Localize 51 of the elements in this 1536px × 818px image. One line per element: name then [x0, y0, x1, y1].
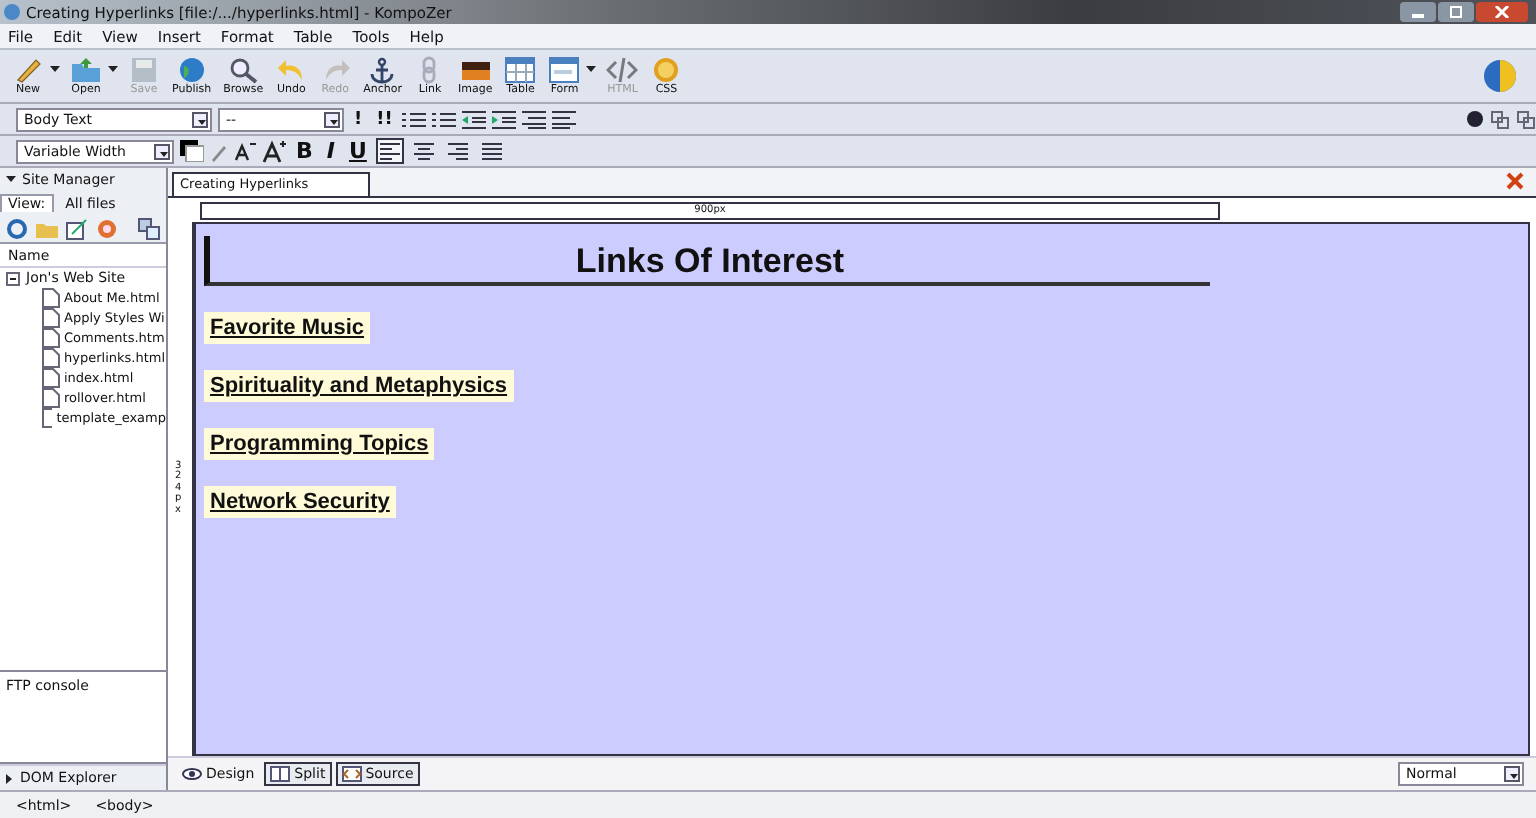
picture-icon: [459, 56, 492, 84]
app-logo-icon: [4, 4, 20, 20]
text-style-button[interactable]: B: [292, 138, 317, 164]
maximize-button[interactable]: [1438, 2, 1474, 22]
pencil-icon: [12, 56, 44, 84]
align-center-button[interactable]: [410, 138, 439, 164]
link[interactable]: Favorite Music: [204, 312, 371, 344]
close-button[interactable]: [1476, 2, 1528, 22]
split-view-icon: [270, 766, 291, 782]
link[interactable]: Programming Topics: [204, 428, 435, 460]
text-color-icon[interactable]: [180, 140, 204, 162]
link[interactable]: Network Security: [204, 486, 396, 518]
bullet-list-icon: [432, 109, 457, 129]
text-size-button[interactable]: !!: [372, 109, 397, 129]
window-form-icon: [548, 56, 581, 84]
edit-icon[interactable]: [66, 217, 88, 239]
justify-button[interactable]: [478, 138, 507, 164]
magnifier-icon: [227, 56, 260, 84]
text-style-button[interactable]: U: [344, 138, 371, 164]
align-left-button[interactable]: [376, 138, 405, 164]
code-icon: [606, 56, 639, 84]
dropdown-arrow-icon[interactable]: [586, 65, 597, 71]
maximize-icon: [1448, 6, 1464, 18]
page-heading: Links Of Interest: [204, 236, 1210, 286]
outdent-icon: [462, 109, 487, 129]
larger-font-icon[interactable]: [262, 139, 286, 163]
expand-arrow-icon: [6, 773, 14, 783]
table-grid-icon: [504, 56, 537, 84]
align-right-button[interactable]: [444, 138, 473, 164]
collapse-icon[interactable]: [6, 271, 20, 285]
text-size-button[interactable]: !: [350, 109, 367, 129]
close-icon[interactable]: [1506, 172, 1524, 190]
indent-icon: [492, 109, 517, 129]
numbered-list-icon: [402, 109, 427, 129]
undo-icon: [275, 56, 308, 84]
windows-icon[interactable]: [138, 217, 160, 239]
dropdown-arrow-icon[interactable]: [108, 65, 118, 71]
collapse-arrow-icon: [6, 176, 16, 184]
close-icon: [1494, 6, 1510, 18]
code-icon: [341, 766, 362, 782]
minimize-button[interactable]: [1400, 2, 1436, 22]
link[interactable]: Spirituality and Metaphysics: [204, 370, 514, 402]
dropdown-arrow-icon[interactable]: [50, 65, 60, 71]
eye-icon: [182, 766, 202, 782]
folder-icon: [70, 56, 102, 84]
pencil-icon[interactable]: [210, 141, 228, 161]
text-style-button[interactable]: I: [322, 138, 339, 164]
align-icon: [522, 109, 547, 129]
anchor-icon: [366, 56, 399, 84]
smaller-font-icon[interactable]: [234, 140, 256, 162]
align-icon: [552, 109, 577, 129]
